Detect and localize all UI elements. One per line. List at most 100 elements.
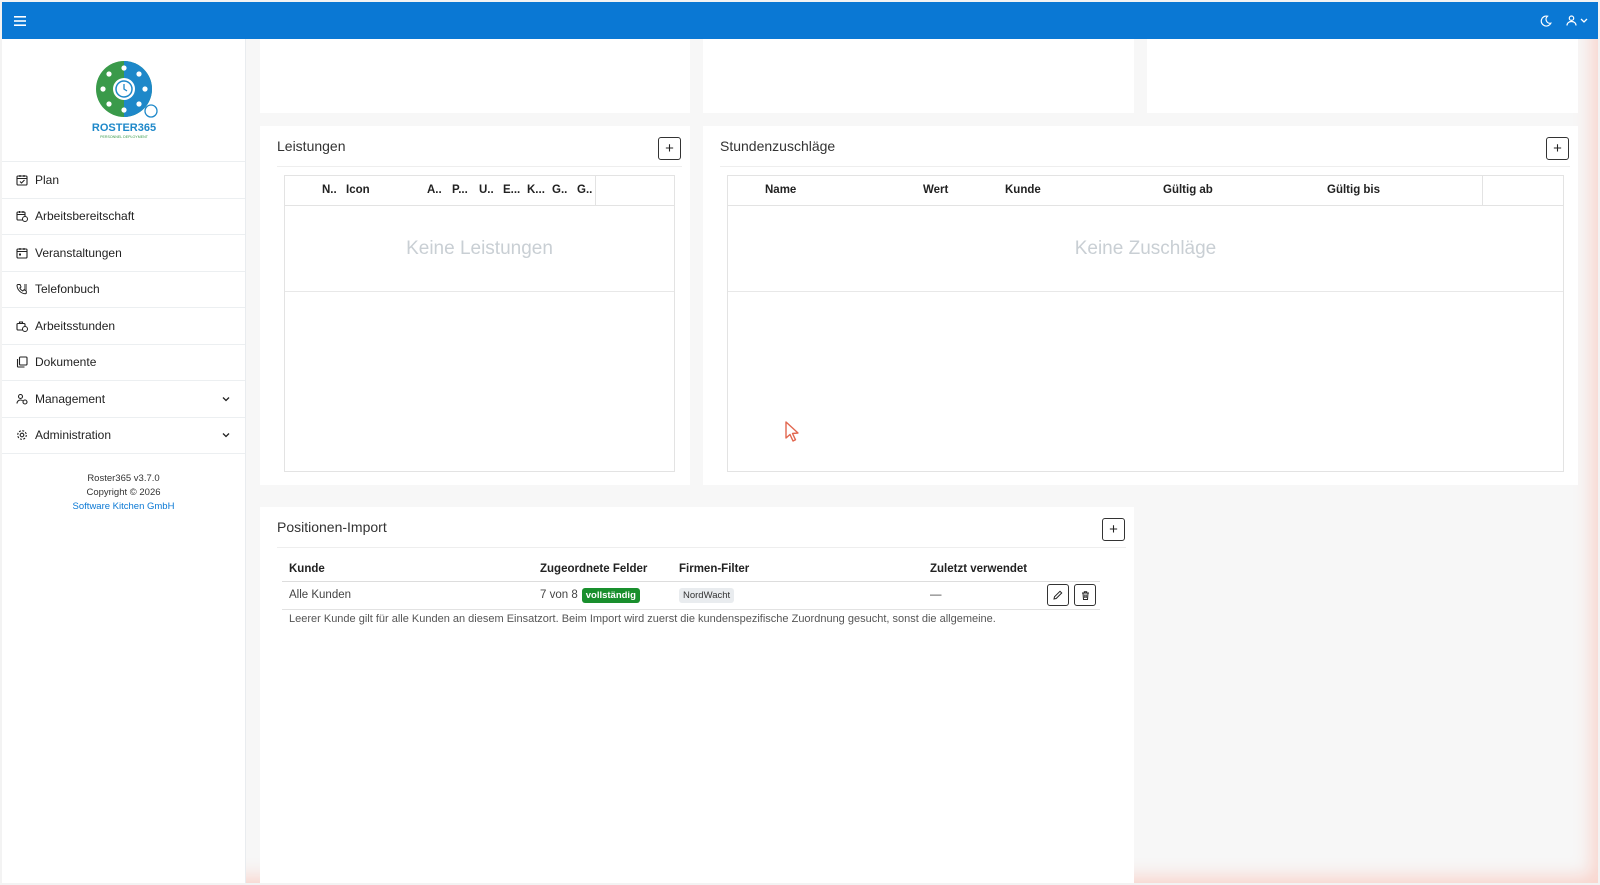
chevron-down-icon [1580, 18, 1588, 24]
column-header[interactable]: K... [527, 184, 545, 196]
user-menu-button[interactable] [1566, 15, 1588, 26]
plus-icon: + [1553, 140, 1562, 157]
add-import-button[interactable]: + [1102, 518, 1125, 541]
felder-count: 7 von 8 [540, 589, 578, 601]
main-content: Leistungen + N.. Icon A.. P... U.. E... … [260, 39, 1578, 883]
column-header: Kunde [282, 558, 533, 582]
grid-header: Name Wert Kunde Gültig ab Gültig bis [728, 176, 1563, 206]
column-header[interactable]: G.. [577, 184, 592, 196]
add-leistung-button[interactable]: + [658, 137, 681, 160]
card-top-2 [703, 39, 1134, 113]
column-separator [595, 176, 596, 206]
roster365-logo: ROSTER365 PERSONNEL DEPLOYMENT [91, 61, 158, 139]
company-link[interactable]: Software Kitchen GmbH [73, 501, 175, 512]
sidebar-item-veranstaltungen[interactable]: Veranstaltungen [2, 235, 245, 272]
sidebar-item-administration[interactable]: Administration [2, 418, 245, 454]
column-header[interactable]: E... [503, 184, 520, 196]
sidebar-item-arbeitsstunden[interactable]: Arbeitsstunden [2, 308, 245, 345]
trash-icon [1081, 590, 1089, 600]
calendar-check-icon [16, 174, 28, 186]
empty-state: Keine Leistungen [285, 206, 674, 292]
zuschlaege-card: Stundenzuschläge + Name Wert Kunde Gülti… [703, 126, 1578, 485]
moon-icon[interactable] [1540, 14, 1552, 27]
column-header[interactable]: Name [765, 184, 796, 196]
column-header[interactable]: Gültig ab [1163, 184, 1213, 196]
cell-felder: 7 von 8 vollständig [533, 581, 672, 610]
status-badge: vollständig [581, 588, 640, 603]
column-header: Zugeordnete Felder [533, 558, 672, 582]
phone-book-icon [16, 283, 28, 295]
positionen-import-card: Positionen-Import + Kunde Zugeordnete Fe… [260, 507, 1134, 883]
sidebar-item-label: Telefonbuch [35, 282, 100, 297]
sidebar-item-label: Arbeitsstunden [35, 318, 116, 333]
sidebar-item-plan[interactable]: Plan [2, 162, 245, 199]
cell-actions [1036, 581, 1100, 610]
logo[interactable]: ROSTER365 PERSONNEL DEPLOYMENT [2, 39, 245, 162]
column-header[interactable]: Kunde [1005, 184, 1041, 196]
top-navbar [2, 2, 1598, 39]
svg-text:PERSONNEL DEPLOYMENT: PERSONNEL DEPLOYMENT [100, 135, 149, 139]
calendar-clock-icon [16, 210, 28, 223]
cell-kunde: Alle Kunden [282, 581, 533, 610]
calendar-icon [16, 247, 28, 259]
column-header[interactable]: N.. [322, 184, 337, 196]
cell-filter: NordWacht [672, 581, 923, 610]
sidebar-nav: Plan Arbeitsbereitschaft Veranstaltungen… [2, 162, 245, 454]
plus-icon: + [665, 140, 674, 157]
svg-text:ROSTER365: ROSTER365 [91, 122, 155, 134]
column-header[interactable]: Wert [923, 184, 948, 196]
copyright-text: Copyright © 2026 [86, 487, 161, 498]
mouse-cursor-icon [784, 421, 800, 446]
column-header[interactable]: U.. [479, 184, 494, 196]
column-header[interactable]: Icon [346, 184, 370, 196]
divider [277, 166, 682, 167]
card-top-1 [260, 39, 690, 113]
delete-button[interactable] [1074, 584, 1096, 606]
import-table: Kunde Zugeordnete Felder Firmen-Filter Z… [282, 558, 1100, 610]
app-window: ROSTER365 PERSONNEL DEPLOYMENT Plan Arbe… [2, 2, 1598, 883]
pencil-icon [1053, 590, 1063, 600]
documents-icon [16, 356, 28, 368]
empty-state: Keine Zuschläge [728, 206, 1563, 292]
column-separator [1482, 176, 1483, 206]
zuschlaege-grid: Name Wert Kunde Gültig ab Gültig bis Kei… [727, 175, 1564, 472]
hamburger-icon[interactable] [14, 15, 26, 26]
column-header[interactable]: Gültig bis [1327, 184, 1380, 196]
import-hint-text: Leerer Kunde gilt für alle Kunden an die… [289, 613, 996, 625]
sidebar-item-dokumente[interactable]: Dokumente [2, 345, 245, 381]
divider [720, 166, 1570, 167]
add-zuschlag-button[interactable]: + [1546, 137, 1569, 160]
version-text: Roster365 v3.7.0 [87, 473, 160, 484]
card-title: Stundenzuschläge [720, 138, 836, 154]
card-title: Leistungen [277, 138, 346, 154]
sidebar-item-arbeitsbereitschaft[interactable]: Arbeitsbereitschaft [2, 199, 245, 235]
column-header[interactable]: A.. [427, 184, 442, 196]
column-header[interactable]: G.. [552, 184, 567, 196]
card-title: Positionen-Import [277, 519, 387, 535]
actions-header [1036, 558, 1100, 582]
sidebar-item-telefonbuch[interactable]: Telefonbuch [2, 272, 245, 308]
leistungen-card: Leistungen + N.. Icon A.. P... U.. E... … [260, 126, 690, 485]
chevron-down-icon [221, 430, 231, 440]
cell-zuletzt: — [923, 581, 1036, 610]
column-header: Firmen-Filter [672, 558, 923, 582]
grid-header: N.. Icon A.. P... U.. E... K... G.. G.. [285, 176, 674, 206]
sidebar-item-management[interactable]: Management [2, 381, 245, 418]
gear-icon [16, 429, 28, 441]
sidebar-item-label: Dokumente [35, 355, 97, 370]
column-header[interactable]: P... [452, 184, 468, 196]
sidebar-item-label: Veranstaltungen [35, 245, 122, 260]
sidebar-item-label: Arbeitsbereitschaft [35, 209, 135, 224]
edit-button[interactable] [1046, 584, 1069, 606]
plus-icon: + [1109, 521, 1118, 538]
chevron-down-icon [221, 394, 231, 404]
card-top-3 [1147, 39, 1578, 113]
table-row: Alle Kunden 7 von 8 vollständig NordWacht… [282, 581, 1100, 610]
table-header-row: Kunde Zugeordnete Felder Firmen-Filter Z… [282, 558, 1100, 582]
user-icon [1566, 15, 1577, 26]
column-header: Zuletzt verwendet [923, 558, 1036, 582]
briefcase-clock-icon [16, 320, 28, 332]
divider [277, 547, 1126, 548]
sidebar-footer: Roster365 v3.7.0 Copyright © 2026 Softwa… [2, 472, 245, 514]
filter-badge: NordWacht [679, 588, 735, 603]
